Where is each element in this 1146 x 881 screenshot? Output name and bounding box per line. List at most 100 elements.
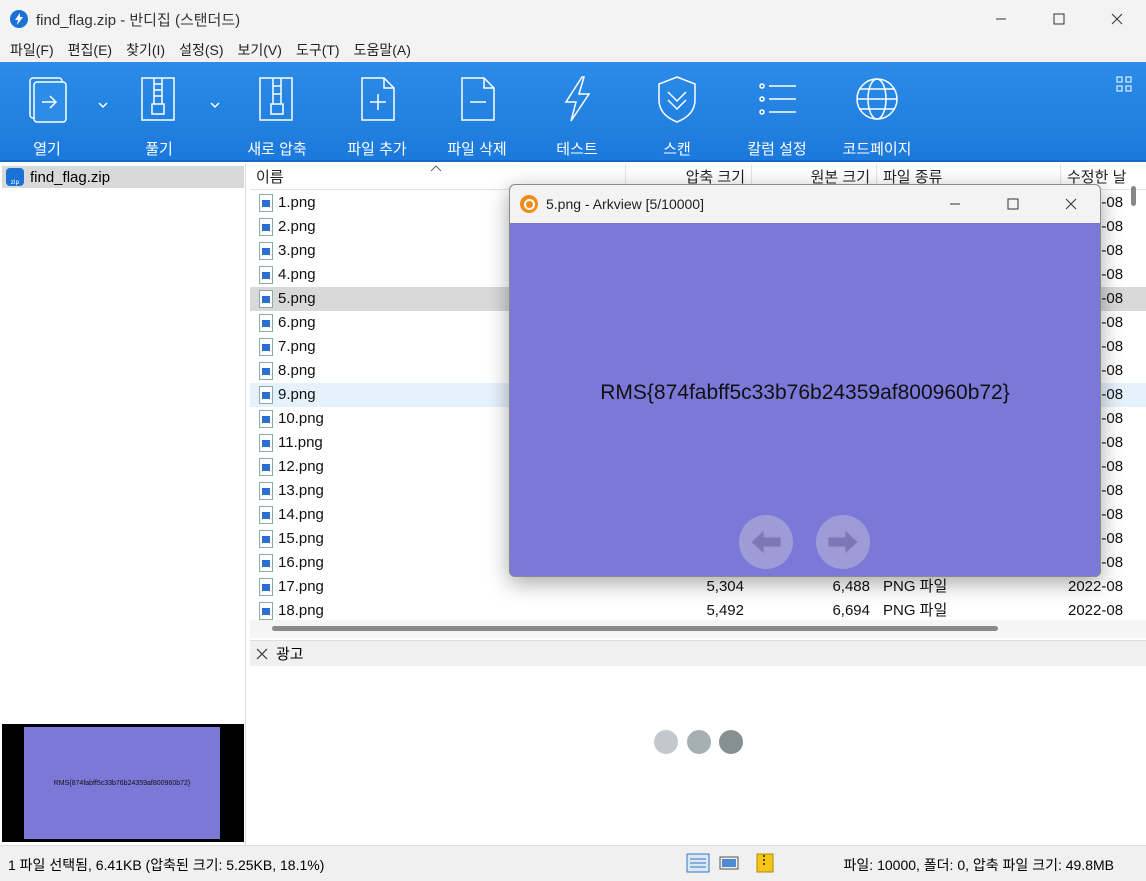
column-settings-label: 칼럼 설정 [747,141,807,158]
arkview-image: RMS{874fabff5c33b76b24359af800960b72} [510,223,1100,576]
png-file-icon [259,386,273,404]
codepage-button[interactable]: 코드페이지 [832,74,922,158]
menu-bar: 파일(F) 편집(E) 찾기(I) 설정(S) 보기(V) 도구(T) 도움말(… [0,38,1146,62]
scan-button[interactable]: 스캔 [632,74,722,158]
ad-close-button[interactable] [252,644,272,664]
menu-view[interactable]: 보기(V) [232,40,288,60]
test-button[interactable]: 테스트 [532,74,622,158]
open-button[interactable]: 열기 [2,74,92,158]
png-file-icon [259,530,273,548]
add-file-label: 파일 추가 [347,141,407,158]
folder-tree-pane: find_flag.zip RMS{874fabff5c33b76b24359a… [0,164,246,845]
png-file-icon [259,434,273,452]
toolbar: 열기 풀기 새로 압축 파일 추가 파일 삭제 테스트 스캔 칼럼 설정 코드페… [0,62,1146,162]
menu-tools[interactable]: 도구(T) [290,40,346,60]
table-row[interactable]: 17.png 5,304 6,488 PNG 파일 2022-08 [250,575,1146,599]
image-preview: RMS{874fabff5c33b76b24359af800960b72} [2,724,244,842]
png-file-icon [259,602,273,620]
file-name: 3.png [278,242,316,259]
menu-edit[interactable]: 편집(E) [62,40,118,60]
arrow-right-icon [827,528,859,556]
close-icon [256,648,268,659]
arkview-maximize-button[interactable] [984,185,1042,223]
modified-date: 2022-08 [1068,578,1124,595]
add-file-button[interactable]: 파일 추가 [332,74,422,158]
extract-button[interactable]: 풀기 [114,74,204,158]
loading-dot [719,730,743,754]
png-file-icon [259,410,273,428]
vertical-scrollbar-thumb[interactable] [1131,186,1136,206]
preview-text: RMS{874fabff5c33b76b24359af800960b72} [53,779,191,787]
arkview-minimize-button[interactable] [926,185,984,223]
archive-info-icon[interactable] [754,853,778,873]
delete-file-icon [452,74,502,124]
file-name: 15.png [278,530,324,547]
scan-label: 스캔 [663,141,691,158]
add-file-icon [352,74,402,124]
zip-file-icon [6,168,24,186]
layout-grid-icon[interactable] [1116,76,1132,92]
list-icon [752,74,802,124]
next-image-button[interactable] [816,515,870,569]
png-file-icon [259,314,273,332]
loading-dot [687,730,711,754]
delete-file-button[interactable]: 파일 삭제 [432,74,522,158]
bandizip-app-icon [10,10,28,28]
new-archive-button[interactable]: 새로 압축 [232,74,322,158]
file-name: 6.png [278,314,316,331]
arrow-left-icon [750,528,782,556]
tree-item-archive[interactable]: find_flag.zip [2,166,244,188]
globe-icon [852,74,902,124]
png-file-icon [259,242,273,260]
png-file-icon [259,554,273,572]
thumbnail-view-icon[interactable] [717,853,741,873]
menu-file[interactable]: 파일(F) [4,40,60,60]
extract-label: 풀기 [145,141,173,158]
preview-image: RMS{874fabff5c33b76b24359af800960b72} [24,727,220,839]
file-name: 11.png [278,434,323,451]
codepage-label: 코드페이지 [842,141,912,158]
file-name: 16.png [278,554,324,571]
original-size: 6,488 [832,578,870,595]
status-selection: 1 파일 선택됨, 6.41KB (압축된 크기: 5.25KB, 18.1%) [8,857,325,873]
file-name: 10.png [278,410,324,427]
ad-label: 광고 [276,646,304,663]
arkview-window: 5.png - Arkview [5/10000] RMS{874fabff5c… [509,184,1101,577]
menu-help[interactable]: 도움말(A) [348,40,417,60]
file-name: 14.png [278,506,324,523]
details-view-icon[interactable] [686,853,710,873]
column-settings-button[interactable]: 칼럼 설정 [732,74,822,158]
png-file-icon [259,482,273,500]
png-file-icon [259,266,273,284]
file-name: 4.png [278,266,316,283]
arkview-close-button[interactable] [1042,185,1100,223]
minimize-button[interactable] [972,0,1030,38]
close-button[interactable] [1088,0,1146,38]
status-archive-info: 파일: 10000, 폴더: 0, 압축 파일 크기: 49.8MB [843,857,1114,873]
extract-dropdown-chevron-icon[interactable] [208,98,222,112]
shield-icon [652,74,702,124]
horizontal-scrollbar[interactable] [250,620,1146,638]
sort-ascending-icon [430,165,442,172]
magnifier-icon [520,195,538,213]
png-file-icon [259,362,273,380]
open-dropdown-chevron-icon[interactable] [96,98,110,112]
previous-image-button[interactable] [739,515,793,569]
menu-find[interactable]: 찾기(I) [120,40,171,60]
ad-header: 광고 [250,640,1146,666]
window-title: find_flag.zip - 반디집 (스탠더드) [36,11,241,29]
open-archive-icon [22,74,72,124]
horizontal-scrollbar-thumb[interactable] [272,626,998,631]
ad-body [250,666,1146,845]
file-name: 9.png [278,386,316,403]
png-file-icon [259,578,273,596]
png-file-icon [259,458,273,476]
test-label: 테스트 [556,141,598,158]
file-name: 8.png [278,362,316,379]
menu-settings[interactable]: 설정(S) [173,40,229,60]
lightning-icon [552,74,602,124]
file-name: 13.png [278,482,324,499]
loading-dot [654,730,678,754]
maximize-button[interactable] [1030,0,1088,38]
file-name: 1.png [278,194,316,211]
